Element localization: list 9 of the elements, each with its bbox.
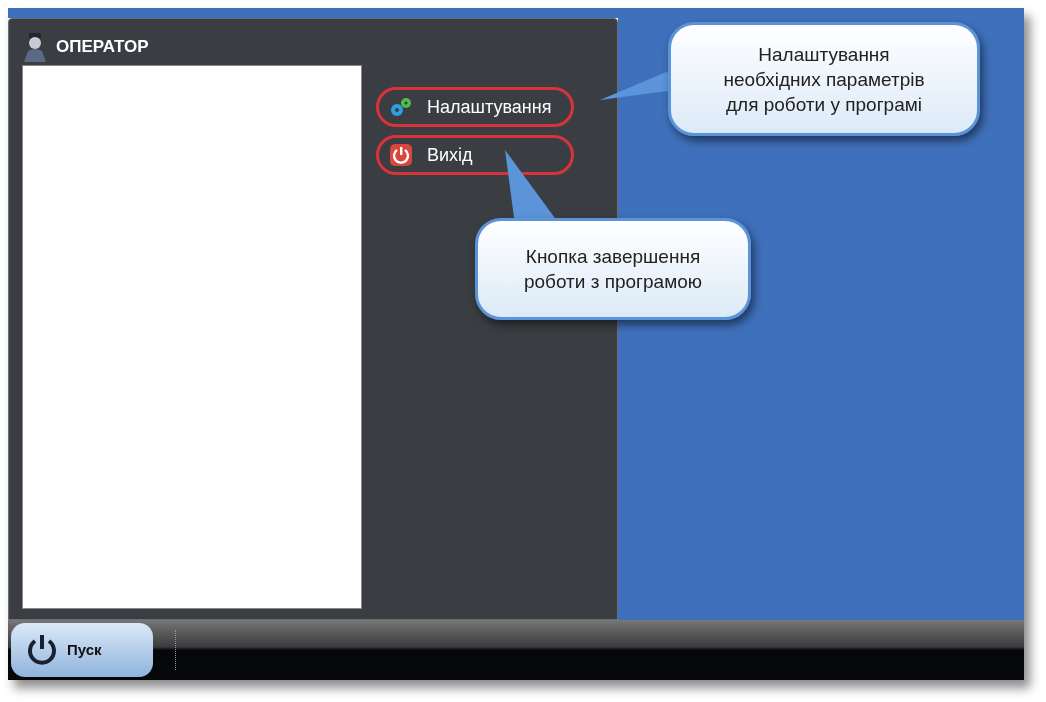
callout-text: Кнопка завершення роботи з програмою	[475, 218, 751, 320]
power-icon	[25, 633, 59, 667]
user-name: ОПЕРАТОР	[56, 36, 149, 59]
callout-text: Налаштування необхідних параметрів для роботи у програмі	[668, 22, 980, 136]
power-icon	[389, 143, 413, 167]
start-button[interactable]: Пуск	[11, 623, 153, 677]
menu-item[interactable]: Налаштування	[376, 87, 575, 127]
gears-icon	[389, 96, 413, 118]
user-icon	[22, 32, 48, 62]
